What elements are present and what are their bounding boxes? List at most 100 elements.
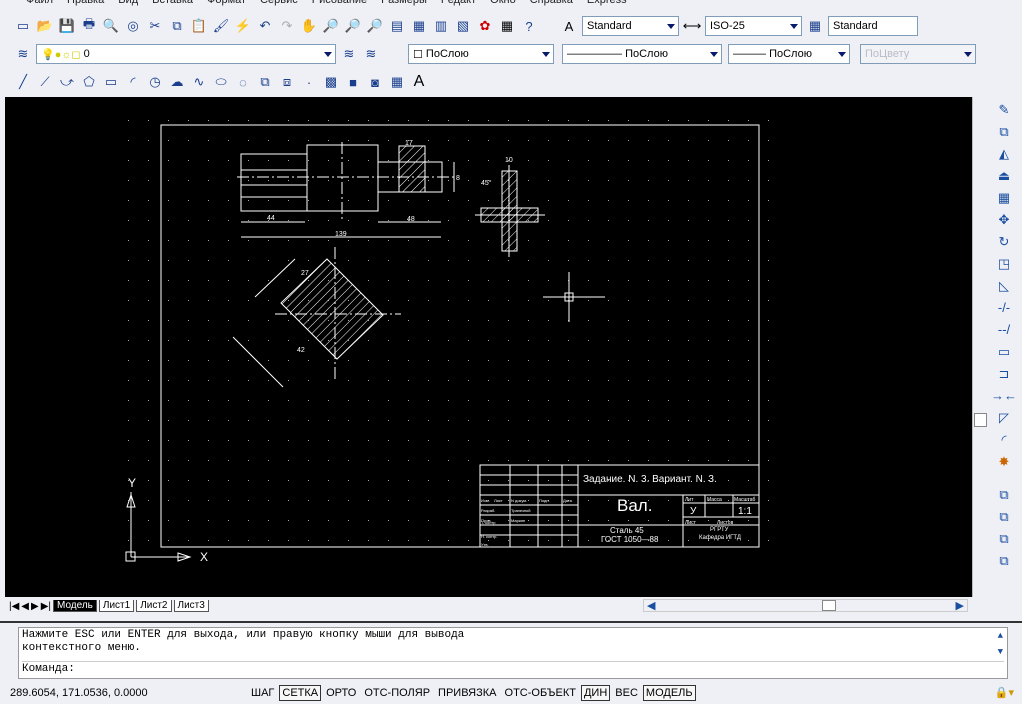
tab-layout3[interactable]: Лист3 [173,600,209,612]
ellipse-icon[interactable]: ⬭ [212,73,230,91]
fillet-icon[interactable]: ◜ [995,430,1013,449]
command-window[interactable]: Нажмите ESC или ENTER для выхода, или пр… [18,627,1008,679]
scale-icon[interactable]: ◳ [995,254,1013,273]
ellipse-arc-icon[interactable]: ◌ [234,73,252,91]
join-icon[interactable]: →← [991,386,1017,405]
trim-icon[interactable]: -/- [995,298,1013,317]
menu-format[interactable]: Формат [207,0,246,8]
array-icon[interactable]: ▦ [995,188,1013,207]
scroll-right-icon[interactable]: ▶ [956,599,964,612]
lineweight-select[interactable]: ——— ПоСлою [728,44,850,64]
text-style-icon[interactable]: A [560,17,578,35]
revcloud-icon[interactable]: ☁ [168,73,186,91]
drawing-canvas[interactable]: 44 139 48 17 8 10 45° 27 42 Задание. N. … [5,97,972,597]
horizontal-scrollbar[interactable]: ◀ ▶ [643,599,968,612]
zoom-realtime-icon[interactable]: 🔎 [322,17,340,35]
line-icon[interactable]: ╱ [14,73,32,91]
dim-style-icon[interactable]: ⟷ [683,17,702,35]
calculator-icon[interactable]: ▦ [498,17,516,35]
stretch-icon[interactable]: ◺ [995,276,1013,295]
table-icon[interactable]: ▦ [388,73,406,91]
polyline-icon[interactable]: ⤻ [58,73,76,91]
properties-icon[interactable]: ▤ [388,17,406,35]
tab-layout1[interactable]: Лист1 [98,600,135,612]
move-icon[interactable]: ✥ [995,210,1013,229]
menu-tools[interactable]: Сервис [260,0,298,8]
markup-icon[interactable]: ✿ [476,17,494,35]
lock-icon[interactable]: 🔒▾ [995,686,1014,699]
table-style-select[interactable]: Standard [828,16,918,36]
zoom-window-icon[interactable]: 🔎 [344,17,362,35]
new-icon[interactable]: ▭ [14,17,32,35]
help-icon[interactable]: ? [520,17,538,35]
draworder-icon[interactable]: ⧉ [995,485,1013,504]
menu-express[interactable]: Express [587,0,627,8]
gradient-icon[interactable]: ■ [344,73,362,91]
tool-palettes-icon[interactable]: ▥ [432,17,450,35]
polar-toggle[interactable]: ОТС-ПОЛЯР [361,685,433,701]
point-icon[interactable]: · [300,73,318,91]
color-select[interactable]: ☐ ПоСлою [408,44,554,64]
tab-model[interactable]: Модель [53,600,97,612]
menu-draw[interactable]: Рисование [312,0,367,8]
spline-icon[interactable]: ∿ [190,73,208,91]
otrack-toggle[interactable]: ОТС-ОБЪЕКТ [502,685,579,701]
publish-icon[interactable]: ◎ [124,17,142,35]
layer-select[interactable]: 💡●☼◻ 0 [36,44,336,64]
menu-dimension[interactable]: Размеры [381,0,427,8]
polygon-icon[interactable]: ⬠ [80,73,98,91]
mtext-icon[interactable]: A [410,73,428,91]
sheet-set-icon[interactable]: ▧ [454,17,472,35]
offset-icon[interactable]: ⏏ [995,166,1013,185]
undo-icon[interactable]: ↶ [256,17,274,35]
redo-icon[interactable]: ↷ [278,17,296,35]
ortho-toggle[interactable]: ОРТО [323,685,359,701]
copy-object-icon[interactable]: ⧉ [995,122,1013,141]
layer-previous-icon[interactable]: ≋ [362,45,380,63]
insert-block-icon[interactable]: ⧉ [256,73,274,91]
circle-icon[interactable]: ◷ [146,73,164,91]
zoom-previous-icon[interactable]: 🔎 [366,17,384,35]
cut-icon[interactable]: ✂ [146,17,164,35]
last-tab-button[interactable]: ▶| [41,601,51,612]
linetype-select[interactable]: ————— ПоСлою [562,44,722,64]
draworder-above-icon[interactable]: ⧉ [995,529,1013,548]
scroll-thumb[interactable] [974,413,987,427]
make-current-layer-icon[interactable]: ≋ [340,45,358,63]
preview-icon[interactable]: 🔍 [102,17,120,35]
save-icon[interactable]: 💾 [58,17,76,35]
break-icon[interactable]: ⊐ [995,364,1013,383]
menu-file[interactable]: Файл [26,0,53,8]
menu-window[interactable]: Окно [490,0,516,8]
layer-manager-icon[interactable]: ≋ [14,45,32,63]
erase-icon[interactable]: ✎ [995,100,1013,119]
region-icon[interactable]: ◙ [366,73,384,91]
model-toggle[interactable]: МОДЕЛЬ [642,684,696,701]
grid-toggle[interactable]: СЕТКА [279,684,322,701]
rectangle-icon[interactable]: ▭ [102,73,120,91]
arc-icon[interactable]: ◜ [124,73,142,91]
vertical-scrollbar[interactable] [972,97,988,597]
draworder-under-icon[interactable]: ⧉ [995,551,1013,570]
design-center-icon[interactable]: ▦ [410,17,428,35]
menu-help[interactable]: Справка [530,0,573,8]
dim-style-select[interactable]: ISO-25 [705,16,802,36]
copy-icon[interactable]: ⧉ [168,17,186,35]
hatch-icon[interactable]: ▩ [322,73,340,91]
table-style-icon[interactable]: ▦ [806,17,824,35]
scroll-down-icon[interactable]: ▼ [998,646,1003,659]
pan-icon[interactable]: ✋ [300,17,318,35]
text-style-select[interactable]: Standard [582,16,679,36]
chamfer-icon[interactable]: ◸ [995,408,1013,427]
matchprop-icon[interactable]: 🖌 [212,17,230,35]
first-tab-button[interactable]: |◀ [9,601,19,612]
prev-tab-button[interactable]: ◀ [21,601,29,612]
osnap-toggle[interactable]: ПРИВЯЗКА [435,685,499,701]
plot-icon[interactable]: 🖶 [80,16,98,35]
draworder-back-icon[interactable]: ⧉ [995,507,1013,526]
rotate-icon[interactable]: ↻ [995,232,1013,251]
menu-edit[interactable]: Правка [67,0,104,8]
menu-insert[interactable]: Вставка [152,0,193,8]
explode-icon[interactable]: ✸ [995,452,1013,471]
snap-toggle[interactable]: ШАГ [248,685,277,701]
